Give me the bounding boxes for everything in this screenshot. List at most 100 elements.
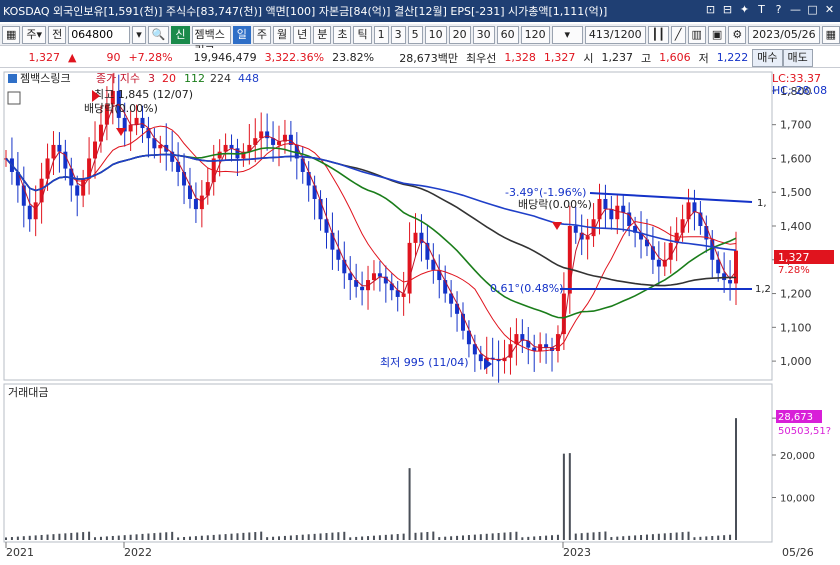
legend-ma-448: 448 (238, 72, 259, 85)
compare-icon[interactable]: ▥ (687, 25, 706, 44)
volume-bar (568, 453, 571, 540)
volume-bar (729, 534, 732, 540)
text-icon[interactable]: T (755, 2, 768, 18)
date-field[interactable]: 2023/05/26 (748, 25, 820, 44)
volume-bar (159, 532, 162, 540)
high-price: 1,606 (659, 51, 691, 64)
candle-body (573, 226, 578, 233)
candle-body (312, 185, 317, 199)
volume-percent: 3,322.36% (264, 51, 325, 64)
volume-bar (355, 536, 358, 540)
draw-line-icon[interactable]: ╱ (670, 25, 686, 44)
chart-toolbar: ▦ 주▾ 전 ▾ 🔍 신 젬백스링크 일 주 월 년 분 초 틱 1 3 5 1… (0, 24, 840, 57)
volume-bar (367, 536, 370, 540)
interval-3[interactable]: 3 (390, 25, 406, 44)
candle-icon[interactable]: ┃┃ (647, 25, 669, 44)
minimize-icon[interactable]: — (789, 2, 802, 18)
chart-area[interactable]: 1,8001,7001,6001,5001,4001,3001,2001,100… (0, 70, 840, 562)
period-tick[interactable]: 틱 (353, 25, 372, 44)
volume-bar (331, 532, 334, 540)
period-minute[interactable]: 분 (313, 25, 332, 44)
volume-bar (177, 537, 180, 540)
link-icon[interactable]: ⊡ (704, 2, 717, 18)
candle-body (734, 250, 738, 284)
pin-icon[interactable]: ✦ (738, 2, 751, 18)
volume-bar (171, 531, 174, 540)
interval-30[interactable]: 30 (472, 25, 495, 44)
volume-bar (675, 532, 678, 540)
interval-60[interactable]: 60 (496, 25, 519, 44)
interval-10[interactable]: 10 (424, 25, 447, 44)
close-icon[interactable]: ✕ (823, 2, 836, 18)
candle-body (371, 273, 376, 281)
last-price-value: 1,327 (778, 251, 810, 264)
x-tick-label: 2022 (124, 546, 152, 559)
market-select[interactable]: 주 ▾ (22, 25, 47, 44)
interval-custom-select[interactable]: ▾ (551, 25, 583, 44)
copy-icon[interactable]: ⊟ (721, 2, 734, 18)
candle-body (609, 209, 614, 220)
volume-bar (224, 534, 227, 540)
interval-1[interactable]: 1 (373, 25, 389, 44)
stock-code-input[interactable] (68, 25, 131, 44)
legend-ma-20: 20 (162, 72, 176, 85)
volume-bar (40, 534, 43, 540)
candle-body (644, 239, 649, 247)
legend-color-box (8, 74, 17, 83)
volume-bar (533, 536, 536, 540)
volume-bar (705, 536, 708, 540)
interval-120[interactable]: 120 (520, 25, 550, 44)
sell-button[interactable]: 매도 (782, 48, 813, 67)
help-icon[interactable]: ? (772, 2, 785, 18)
volume-bar (272, 536, 275, 540)
x-tick-label: 2023 (563, 546, 591, 559)
volume-bar (188, 536, 191, 540)
volume-bar (545, 535, 548, 540)
period-month[interactable]: 월 (272, 25, 292, 44)
period-year[interactable]: 년 (293, 25, 312, 44)
price-chart[interactable]: 1,8001,7001,6001,5001,4001,3001,2001,100… (0, 70, 840, 562)
volume-bar (135, 534, 138, 540)
high-label: 고 (641, 51, 652, 65)
open-price: 1,237 (601, 51, 634, 64)
save-icon[interactable]: ▣ (707, 25, 727, 44)
volume-bar (361, 536, 364, 540)
candle-body (87, 158, 92, 179)
maximize-icon[interactable]: □ (806, 2, 819, 18)
interval-20[interactable]: 20 (448, 25, 471, 44)
volume-bar (378, 535, 381, 540)
period-day[interactable]: 일 (232, 25, 251, 44)
calendar-icon[interactable]: ▦ (821, 25, 840, 44)
new-button[interactable]: 신 (171, 25, 190, 44)
settings-icon[interactable]: ⚙ (728, 25, 747, 44)
candle-body (134, 117, 139, 125)
volume-y-tick-label: 10,000 (780, 494, 815, 505)
volume-bar (10, 537, 13, 540)
volume-bar (610, 537, 613, 540)
volume-bar (651, 534, 654, 540)
search-icon[interactable]: 🔍 (147, 25, 170, 44)
grid-icon[interactable]: ▦ (2, 25, 21, 44)
volume-bar (551, 535, 554, 540)
window-icons: ⊡ ⊟ ✦ T ? — □ ✕ (704, 2, 836, 18)
volume-bar (539, 536, 542, 540)
volume-bar (165, 532, 168, 540)
volume-panel-title: 거래대금 (8, 386, 48, 399)
period-second[interactable]: 초 (333, 25, 352, 44)
code-dropdown-icon[interactable]: ▾ (132, 25, 146, 44)
volume-bar (254, 532, 257, 540)
volume-y-tick-label: 20,000 (780, 451, 815, 462)
volume-bar (432, 531, 435, 540)
best-ask-label: 최우선 (466, 51, 497, 65)
prev-button[interactable]: 전 (48, 25, 67, 44)
volume-bar (278, 536, 281, 540)
volume-bar (194, 536, 197, 540)
volume-bar (236, 533, 239, 540)
candle-body (330, 232, 335, 250)
interval-5[interactable]: 5 (407, 25, 423, 44)
buy-button[interactable]: 매수 (752, 48, 783, 67)
low-label: 저 (698, 51, 709, 65)
period-week[interactable]: 주 (252, 25, 271, 44)
x-end-label: 05/26 (782, 546, 814, 559)
y-tick-label: 1,500 (780, 186, 812, 199)
